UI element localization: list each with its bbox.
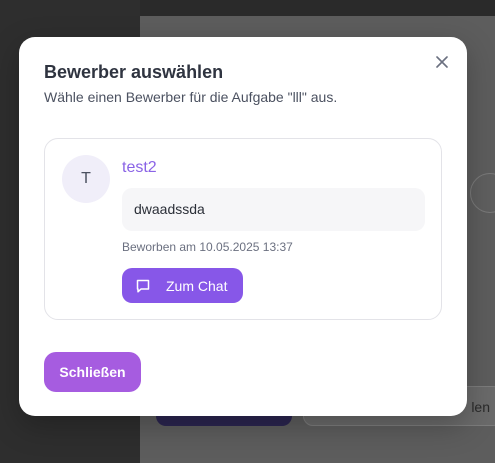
chat-button-label: Zum Chat: [166, 277, 228, 294]
close-button[interactable]: Schließen: [44, 352, 141, 392]
background-topbar: [140, 0, 495, 16]
background-button-label: len: [471, 399, 490, 415]
close-icon[interactable]: [433, 53, 451, 71]
applicant-message: dwaadssda: [122, 188, 425, 231]
chat-bubble-icon: [135, 278, 151, 294]
chat-button[interactable]: Zum Chat: [122, 268, 243, 303]
avatar: T: [62, 155, 110, 203]
dialog-subtitle: Wähle einen Bewerber für die Aufgabe "ll…: [44, 89, 338, 105]
select-applicant-dialog: Bewerber auswählen Wähle einen Bewerber …: [19, 37, 467, 416]
applicant-name: test2: [122, 159, 157, 176]
applicant-card: T test2 dwaadssda Beworben am 10.05.2025…: [44, 138, 442, 320]
applied-timestamp: Beworben am 10.05.2025 13:37: [122, 240, 293, 254]
dialog-title: Bewerber auswählen: [44, 62, 224, 82]
